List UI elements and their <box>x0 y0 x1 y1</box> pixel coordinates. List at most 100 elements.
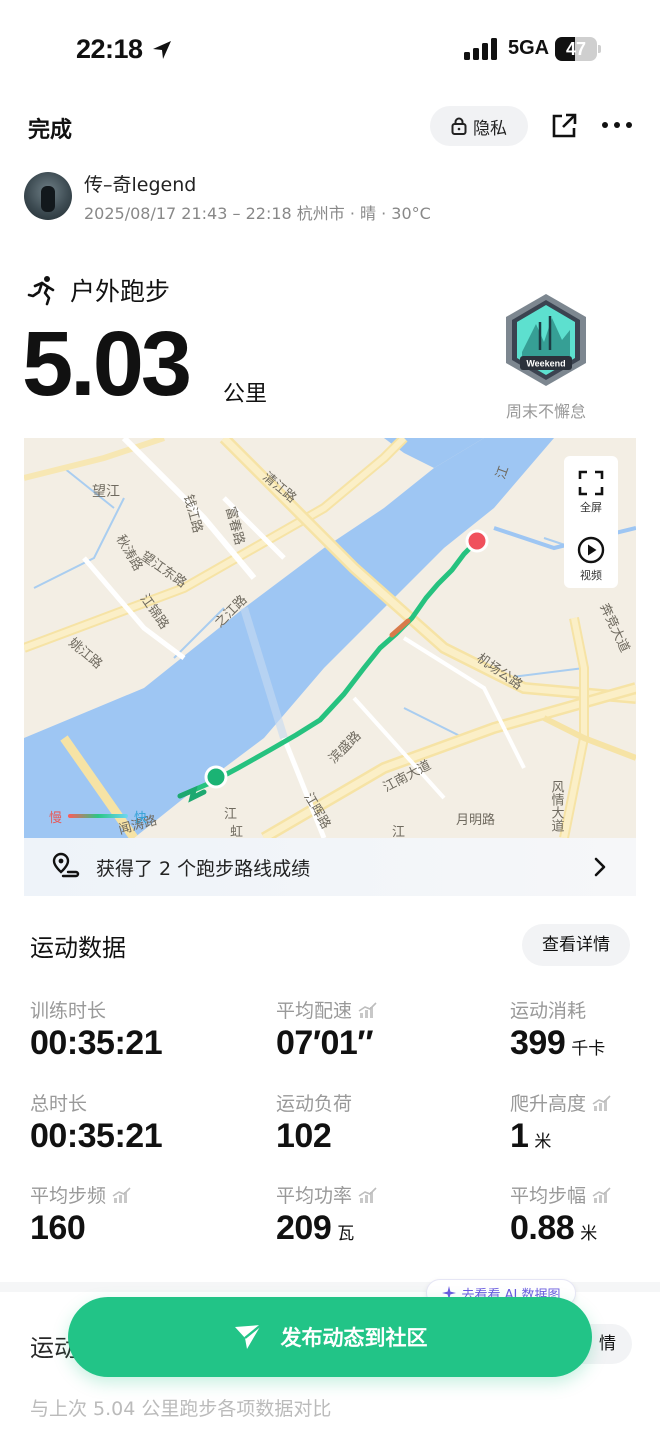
location-arrow-icon <box>153 41 171 59</box>
view-details-button[interactable]: 查看详情 <box>522 924 630 966</box>
trend-chart-icon[interactable] <box>592 1094 612 1111</box>
avatar[interactable] <box>24 172 72 220</box>
metric-value-text: 1 <box>510 1117 529 1155</box>
metric-item: 平均配速 07′01″ <box>276 996 496 1076</box>
send-icon <box>234 1324 262 1349</box>
speed-legend-slow: 慢 <box>49 811 63 826</box>
metric-label-text: 运动负荷 <box>276 1093 353 1115</box>
sport-title: 户外跑步 <box>70 277 171 306</box>
metric-label-text: 爬升高度 <box>510 1093 587 1115</box>
battery-level: 47 <box>565 39 587 59</box>
metric-value-text: 07′01″ <box>276 1024 374 1062</box>
trend-chart-icon[interactable] <box>358 1001 378 1018</box>
user-name[interactable]: 传–奇legend <box>84 170 196 197</box>
speed-legend-fast: 快 <box>134 811 148 826</box>
metric-unit: 瓦 <box>337 1224 355 1244</box>
metric-value: 209 瓦 <box>276 1209 354 1248</box>
fullscreen-button[interactable]: 全屏 <box>564 470 618 515</box>
metric-label: 爬升高度 <box>510 1089 612 1116</box>
distance-unit: 公里 <box>223 382 268 407</box>
metric-label-text: 平均步幅 <box>510 1185 587 1207</box>
route-achievement-row[interactable]: 获得了 2 个跑步路线成绩 <box>24 838 636 896</box>
metric-label-text: 平均步频 <box>30 1185 107 1207</box>
badge-name: Weekend <box>526 359 565 369</box>
video-button[interactable]: 视频 <box>564 536 618 583</box>
map-label: 望江 <box>92 484 120 500</box>
metric-value-text: 00:35:21 <box>30 1117 163 1155</box>
share-icon[interactable] <box>550 112 578 140</box>
network-type: 5GA <box>508 37 550 59</box>
metric-unit: 米 <box>534 1132 552 1152</box>
more-icon[interactable] <box>601 120 633 130</box>
top-bar: 完成 隐私 <box>0 100 660 154</box>
map-label: 江 <box>224 807 237 822</box>
metric-value-text: 00:35:21 <box>30 1024 163 1062</box>
metric-item: 平均步幅 0.88 米 <box>510 1181 660 1261</box>
metric-item: 总时长 00:35:21 <box>30 1089 250 1169</box>
metric-value-text: 399 <box>510 1024 566 1062</box>
metric-value: 00:35:21 <box>30 1117 163 1156</box>
privacy-label: 隐私 <box>473 118 507 139</box>
map-label: 江 <box>392 825 405 838</box>
map-tools: 全屏 视频 <box>564 456 618 588</box>
trend-chart-icon[interactable] <box>592 1186 612 1203</box>
video-label: 视频 <box>580 569 602 582</box>
metric-unit: 千卡 <box>571 1039 606 1059</box>
metric-label-text: 平均配速 <box>276 1000 353 1022</box>
user-row: 传–奇legend 2025/08/17 21:43 – 22:18 杭州市 ·… <box>24 168 634 224</box>
weekend-badge-icon[interactable]: Weekend <box>500 292 592 388</box>
map-label: 风情大道 <box>549 780 565 832</box>
metric-label: 平均步幅 <box>510 1181 612 1208</box>
map-label: 虹 <box>230 825 243 838</box>
lock-icon <box>451 117 467 135</box>
map-label: 月明路 <box>456 812 495 828</box>
battery-icon: 47 <box>555 37 601 61</box>
metric-label: 总时长 <box>30 1089 87 1116</box>
metric-item: 爬升高度 1 米 <box>510 1089 660 1169</box>
metric-label: 运动消耗 <box>510 996 586 1023</box>
route-start-marker <box>204 765 228 789</box>
metric-value: 07′01″ <box>276 1024 374 1063</box>
metric-item: 运动消耗 399 千卡 <box>510 996 660 1076</box>
comparison-text: 与上次 5.04 公里跑步各项数据对比 <box>30 1398 332 1420</box>
chevron-right-icon <box>594 857 606 877</box>
metric-value: 0.88 米 <box>510 1209 597 1248</box>
route-end-marker <box>465 529 489 553</box>
metric-value-text: 160 <box>30 1209 86 1247</box>
done-button[interactable]: 完成 <box>28 112 72 144</box>
status-bar: 22:18 5GA 47 <box>0 0 660 96</box>
fullscreen-icon <box>578 470 604 496</box>
metric-label-text: 训练时长 <box>30 1000 107 1022</box>
publish-label: 发布动态到社区 <box>280 1326 428 1350</box>
metric-value-text: 102 <box>276 1117 332 1155</box>
route-map[interactable]: 望江 秋涛路 钱江路 富春路 望江东路 江锦路 之江路 清江路 姚江路 机场公路… <box>24 438 636 838</box>
metric-value: 160 <box>30 1209 86 1248</box>
metric-label-text: 运动消耗 <box>510 1000 587 1022</box>
running-icon <box>27 276 55 306</box>
fullscreen-label: 全屏 <box>580 501 602 514</box>
metric-label: 平均配速 <box>276 996 378 1023</box>
metric-label: 运动负荷 <box>276 1089 352 1116</box>
distance-value: 5.03 <box>22 313 192 415</box>
play-icon <box>577 536 605 564</box>
badge-label: 周末不懈怠 <box>505 402 586 421</box>
metric-value: 102 <box>276 1117 332 1156</box>
publish-to-community-button[interactable]: 发布动态到社区 <box>68 1297 592 1377</box>
trend-chart-icon[interactable] <box>112 1186 132 1203</box>
privacy-button[interactable]: 隐私 <box>430 106 528 146</box>
status-time: 22:18 <box>76 34 143 64</box>
activity-meta: 2025/08/17 21:43 – 22:18 杭州市 · 晴 · 30°C <box>84 204 431 223</box>
speed-legend: 慢 快 <box>24 806 148 826</box>
metric-item: 平均功率 209 瓦 <box>276 1181 496 1261</box>
route-pin-icon <box>52 852 80 878</box>
metric-value: 1米 <box>510 1117 551 1156</box>
metric-label: 平均步频 <box>30 1181 132 1208</box>
metric-item: 平均步频 160 <box>30 1181 250 1261</box>
trend-chart-icon[interactable] <box>358 1186 378 1203</box>
metric-value-text: 209 <box>276 1209 332 1247</box>
metric-value-text: 0.88 <box>510 1209 575 1247</box>
metric-unit: 米 <box>580 1224 598 1244</box>
achievement-text: 获得了 2 个跑步路线成绩 <box>96 858 311 880</box>
metric-item: 训练时长 00:35:21 <box>30 996 250 1076</box>
metric-label-text: 总时长 <box>30 1093 88 1115</box>
